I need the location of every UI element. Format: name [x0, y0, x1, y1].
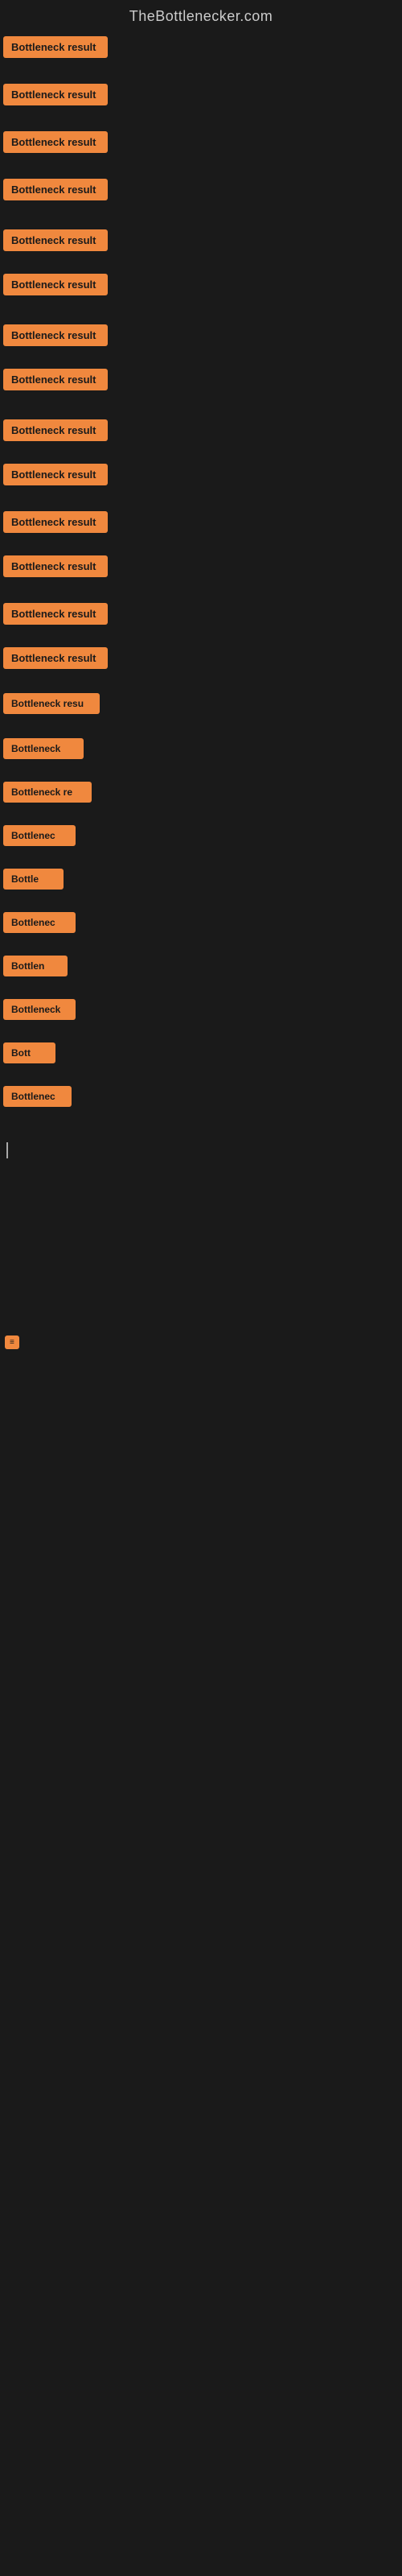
bottleneck-badge[interactable]: Bottleneck	[3, 999, 76, 1020]
bottleneck-badge[interactable]: Bottleneck result	[3, 511, 108, 533]
bottleneck-badge[interactable]: Bottleneck	[3, 738, 84, 759]
list-item[interactable]: Bottleneck result	[3, 598, 399, 630]
list-item[interactable]: Bott	[3, 1038, 399, 1068]
bottleneck-badge[interactable]: Bottleneck result	[3, 419, 108, 441]
list-item[interactable]: Bottleneck result	[3, 642, 399, 674]
bottleneck-badge[interactable]: Bottle	[3, 869, 64, 890]
list-item[interactable]: Bottleneck result	[3, 459, 399, 490]
list-item[interactable]: Bottlenec	[3, 1081, 399, 1112]
list-item[interactable]: Bottleneck result	[3, 415, 399, 446]
list-item[interactable]: Bottle	[3, 864, 399, 894]
list-item[interactable]: Bottleneck result	[3, 126, 399, 158]
cursor-area	[3, 1131, 399, 1170]
bottleneck-badge[interactable]: Bottleneck result	[3, 464, 108, 485]
bottleneck-badge[interactable]: Bott	[3, 1042, 55, 1063]
list-item[interactable]: Bottlenec	[3, 820, 399, 851]
bottleneck-badge[interactable]: Bottleneck result	[3, 36, 108, 58]
list-item[interactable]: Bottleneck result	[3, 364, 399, 395]
site-title: TheBottlenecker.com	[0, 0, 402, 31]
bottleneck-badge[interactable]: Bottleneck result	[3, 324, 108, 346]
list-item[interactable]: Bottleneck result	[3, 79, 399, 110]
list-item[interactable]: Bottleneck result	[3, 320, 399, 351]
empty-section-2	[3, 1352, 399, 1674]
cursor-line	[6, 1142, 8, 1158]
items-container: Bottleneck result Bottleneck result Bott…	[0, 31, 402, 1674]
bottleneck-badge[interactable]: Bottleneck result	[3, 647, 108, 669]
bottleneck-badge[interactable]: Bottleneck result	[3, 555, 108, 577]
bottleneck-badge[interactable]: Bottleneck result	[3, 84, 108, 105]
list-item[interactable]: Bottleneck result	[3, 506, 399, 538]
bottleneck-badge[interactable]: Bottlenec	[3, 1086, 72, 1107]
bottleneck-badge[interactable]: Bottleneck result	[3, 274, 108, 295]
bottleneck-badge[interactable]: Bottleneck resu	[3, 693, 100, 714]
list-item[interactable]: Bottleneck result	[3, 551, 399, 582]
list-item[interactable]: Bottleneck result	[3, 269, 399, 300]
list-item[interactable]: Bottleneck result	[3, 174, 399, 205]
bottleneck-badge[interactable]: Bottleneck result	[3, 369, 108, 390]
bottleneck-badge[interactable]: Bottleneck result	[3, 179, 108, 200]
list-item[interactable]: Bottlenec	[3, 907, 399, 938]
list-item[interactable]: Bottleneck result	[3, 225, 399, 256]
indicator-badge: ≡	[5, 1335, 19, 1349]
list-item[interactable]: Bottleneck	[3, 733, 399, 764]
bottleneck-badge[interactable]: Bottleneck result	[3, 131, 108, 153]
bottleneck-badge[interactable]: Bottlenec	[3, 825, 76, 846]
list-item[interactable]: Bottleneck resu	[3, 688, 399, 719]
empty-section-1	[3, 1170, 399, 1331]
list-item[interactable]: Bottlen	[3, 951, 399, 981]
bottleneck-badge[interactable]: Bottlenec	[3, 912, 76, 933]
list-item[interactable]: Bottleneck result	[3, 31, 399, 63]
bottleneck-badge[interactable]: Bottleneck result	[3, 603, 108, 625]
bottleneck-badge[interactable]: Bottleneck re	[3, 782, 92, 803]
bottleneck-badge[interactable]: Bottleneck result	[3, 229, 108, 251]
list-item[interactable]: Bottleneck re	[3, 777, 399, 807]
list-item[interactable]: Bottleneck	[3, 994, 399, 1025]
bottleneck-badge[interactable]: Bottlen	[3, 956, 68, 976]
small-indicator: ≡	[3, 1331, 399, 1352]
